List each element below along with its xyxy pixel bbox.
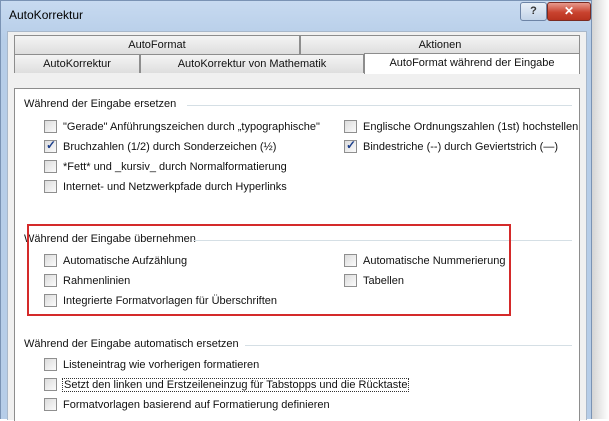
checkbox-box[interactable]	[344, 120, 357, 133]
group-title-ersetzen: Während der Eingabe ersetzen	[24, 98, 177, 110]
help-button[interactable]: ?	[520, 2, 547, 21]
checkbox-englische-ordnungszahlen[interactable]: Englische Ordnungszahlen (1st) hochstell…	[344, 120, 578, 133]
checkbox-label: *Fett* und _kursiv_ durch Normalformatie…	[63, 160, 287, 173]
checkbox-bindestriche[interactable]: ✓ Bindestriche (--) durch Geviertstrich …	[344, 138, 558, 153]
checkbox-label: Englische Ordnungszahlen (1st) hochstell…	[363, 120, 579, 133]
close-button[interactable]: ✕	[547, 2, 591, 21]
checkbox-bruchzahlen[interactable]: ✓ Bruchzahlen (1/2) durch Sonderzeichen …	[44, 138, 277, 153]
autokorrektur-dialog: AutoKorrektur ? ✕ AutoFormat Aktionen Au…	[0, 0, 592, 421]
highlight-annotation-box	[27, 224, 511, 316]
checkbox-label: "Gerade" Anführungszeichen durch „typogr…	[63, 120, 320, 133]
tab-autokorrektur-mathematik[interactable]: AutoKorrektur von Mathematik	[140, 54, 364, 73]
window-title: AutoKorrektur	[9, 8, 84, 22]
tab-autokorrektur[interactable]: AutoKorrektur	[14, 54, 140, 73]
tab-autoformat[interactable]: AutoFormat	[14, 35, 300, 54]
checkbox-label: Bindestriche (--) durch Geviertstrich (—…	[363, 140, 558, 153]
checkbox-listeneintrag[interactable]: Listeneintrag wie vorherigen formatieren	[44, 358, 259, 371]
checkbox-box[interactable]	[44, 398, 57, 411]
checkbox-box[interactable]	[44, 180, 57, 193]
title-bar[interactable]: AutoKorrektur ? ✕	[1, 1, 591, 27]
checkbox-gerade-anfuehrungszeichen[interactable]: "Gerade" Anführungszeichen durch „typogr…	[44, 120, 320, 133]
checkbox-label: Formatvorlagen basierend auf Formatierun…	[63, 398, 330, 411]
window-shadow	[592, 0, 609, 419]
checkbox-label: Setzt den linken und Erstzeileneinzug fü…	[61, 377, 410, 392]
checkmark-icon: ✓	[45, 138, 57, 152]
checkbox-hyperlinks[interactable]: Internet- und Netzwerkpfade durch Hyperl…	[44, 180, 287, 193]
checkbox-box[interactable]	[44, 160, 57, 173]
tab-autoformat-waehrend-eingabe[interactable]: AutoFormat während der Eingabe	[364, 53, 580, 74]
checkmark-icon: ✓	[345, 138, 357, 152]
checkbox-box[interactable]	[44, 378, 57, 391]
checkbox-einzug-tabstopps[interactable]: Setzt den linken und Erstzeileneinzug fü…	[44, 377, 410, 392]
checkbox-box[interactable]: ✓	[344, 138, 357, 153]
tab-aktionen[interactable]: Aktionen	[300, 35, 580, 54]
checkbox-formatvorlagen-definieren[interactable]: Formatvorlagen basierend auf Formatierun…	[44, 398, 330, 411]
group-divider	[245, 345, 572, 346]
checkbox-label: Bruchzahlen (1/2) durch Sonderzeichen (½…	[63, 140, 277, 153]
checkbox-label: Internet- und Netzwerkpfade durch Hyperl…	[63, 180, 287, 193]
checkbox-label: Listeneintrag wie vorherigen formatieren	[63, 358, 260, 371]
group-divider	[187, 105, 572, 106]
group-title-automatisch-ersetzen: Während der Eingabe automatisch ersetzen	[24, 338, 239, 350]
checkbox-fett-kursiv[interactable]: *Fett* und _kursiv_ durch Normalformatie…	[44, 160, 287, 173]
checkbox-box[interactable]	[44, 120, 57, 133]
checkbox-box[interactable]: ✓	[44, 138, 57, 153]
checkbox-box[interactable]	[44, 358, 57, 371]
